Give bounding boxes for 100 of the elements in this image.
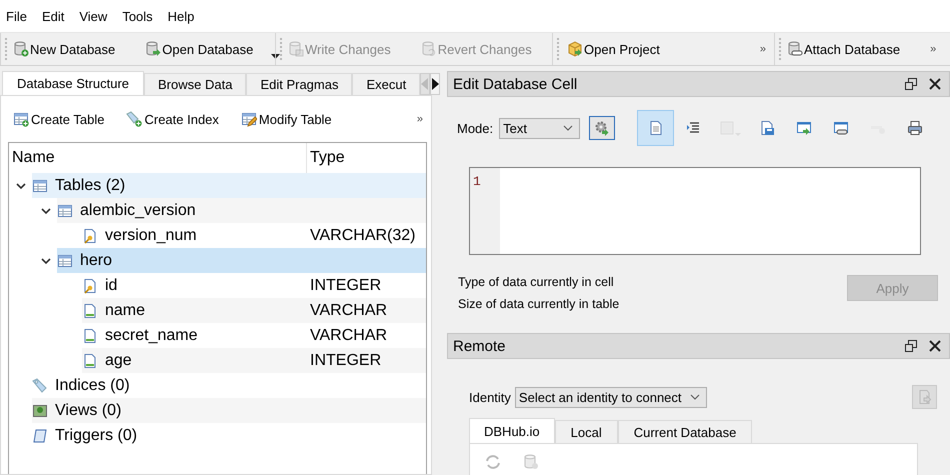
size-info-text: Size of data currently in table — [458, 297, 620, 311]
tab[interactable]: DBHub.io — [469, 418, 555, 443]
close-icon — [929, 340, 941, 352]
float-button[interactable] — [905, 78, 917, 90]
toolbar-button[interactable]: Open Project — [567, 41, 660, 57]
chevron-down-icon — [690, 393, 700, 401]
tab[interactable]: Edit Pragmas — [246, 73, 352, 95]
tree-item-label: hero — [80, 252, 112, 270]
database-revert-icon — [420, 41, 437, 57]
document-icon — [82, 328, 98, 344]
tab[interactable]: Database Structure — [2, 71, 144, 95]
database-add-icon — [13, 41, 29, 57]
tree-item-label: alembic_version — [80, 202, 196, 220]
tree-row[interactable]: age INTEGER — [82, 348, 426, 373]
printer-icon — [906, 120, 923, 136]
identity-label: Identity — [469, 390, 511, 404]
tree-row[interactable]: id INTEGER — [82, 273, 426, 298]
tree-row[interactable]: Indices (0) — [32, 373, 426, 398]
line-number: 1 — [470, 168, 500, 254]
table-icon — [57, 252, 73, 268]
column-type: VARCHAR(32) — [310, 226, 416, 244]
tree-item-label: version_num — [105, 226, 197, 244]
tree-row[interactable]: Views (0) — [32, 398, 426, 423]
tree-row[interactable]: name VARCHAR — [82, 298, 426, 323]
panel-title: Remote — [453, 338, 507, 354]
close-icon — [929, 78, 941, 90]
panel-title: Edit Database Cell — [453, 76, 578, 92]
arrow-left-icon — [421, 78, 430, 90]
menu-item[interactable]: View — [79, 8, 116, 24]
tree-item-label: Indices (0) — [55, 376, 130, 394]
toolbar-button[interactable]: Create Table — [13, 111, 104, 127]
menu-item[interactable]: Tools — [122, 8, 162, 24]
tree-item-label: Views (0) — [55, 402, 122, 420]
tree-row[interactable]: version_num VARCHAR(32) — [82, 223, 426, 248]
column-type: VARCHAR — [310, 302, 388, 320]
mode-label: Mode: — [457, 120, 494, 136]
tree-row[interactable]: secret_name VARCHAR — [82, 323, 426, 348]
tree-item-label: name — [105, 302, 146, 320]
toolbar-button[interactable]: Create Index — [126, 111, 219, 127]
restore-icon — [905, 340, 917, 352]
tree-item-label: id — [105, 276, 118, 294]
scroll-right-button[interactable] — [430, 73, 440, 95]
restore-icon — [905, 78, 917, 90]
menu-item[interactable]: Edit — [42, 8, 74, 24]
float-button[interactable] — [905, 340, 917, 352]
window-link-icon — [832, 120, 849, 136]
document-arrow-icon — [916, 389, 932, 405]
chevron-down-icon — [563, 124, 574, 132]
table-add-icon — [13, 111, 29, 127]
database-add-icon — [523, 454, 539, 470]
document-icon — [82, 352, 98, 368]
column-header[interactable]: Type — [307, 143, 345, 173]
column-type: VARCHAR — [310, 326, 388, 344]
database-arrow-icon — [145, 41, 162, 57]
close-button[interactable] — [929, 78, 941, 90]
tag-add-icon — [126, 111, 142, 127]
toolbar-button[interactable]: New Database — [13, 41, 116, 57]
tab[interactable]: Browse Data — [144, 73, 246, 95]
toolbar-button[interactable]: Attach Database — [787, 41, 900, 57]
image-icon — [32, 402, 48, 418]
menu-item[interactable]: Help — [168, 8, 204, 24]
identity-select[interactable]: Select an identity to connect — [514, 386, 707, 408]
package-icon — [567, 41, 583, 57]
tree-item-label: age — [105, 352, 132, 370]
caret-icon — [271, 54, 280, 58]
tab[interactable]: Local — [554, 420, 618, 443]
refresh-icon — [485, 454, 501, 470]
close-button[interactable] — [929, 340, 941, 352]
document-icon — [82, 302, 98, 318]
overflow-button[interactable]: » — [930, 43, 936, 55]
type-info-text: Type of data currently in cell — [458, 275, 615, 289]
text-mode-button[interactable] — [637, 110, 674, 146]
settings-button[interactable] — [589, 116, 616, 140]
table-icon — [57, 202, 73, 218]
document-icon — [648, 120, 664, 136]
tree-row[interactable]: alembic_version — [57, 198, 426, 223]
tree-item-label: Tables (2) — [55, 176, 126, 194]
column-type: INTEGER — [310, 276, 382, 294]
tree-item-label: Triggers (0) — [55, 426, 138, 444]
menu-item[interactable]: File — [6, 8, 36, 24]
tree-row[interactable]: Tables (2) — [32, 173, 426, 198]
table-icon — [32, 178, 48, 194]
tree-row[interactable]: hero — [57, 248, 426, 273]
overflow-button[interactable]: » — [416, 113, 423, 125]
toolbar-button[interactable]: Open Database — [145, 41, 254, 57]
arrow-right-icon — [431, 78, 440, 90]
mode-select[interactable]: Text — [499, 118, 580, 138]
overflow-button[interactable]: » — [760, 43, 766, 55]
tab[interactable]: Current Database — [618, 420, 752, 443]
database-link-icon — [787, 41, 803, 57]
table-pencil-icon — [240, 111, 257, 127]
cell-editor-field[interactable]: 1 — [469, 167, 921, 255]
save-icon — [758, 120, 775, 136]
column-type: INTEGER — [310, 352, 382, 370]
settings-icon — [594, 120, 610, 136]
database-save-icon — [288, 41, 304, 57]
tab[interactable]: Execut — [352, 73, 420, 95]
toolbar-button[interactable]: Modify Table — [240, 111, 332, 127]
tree-row[interactable]: Triggers (0) — [32, 423, 426, 448]
tag-icon — [32, 378, 48, 394]
